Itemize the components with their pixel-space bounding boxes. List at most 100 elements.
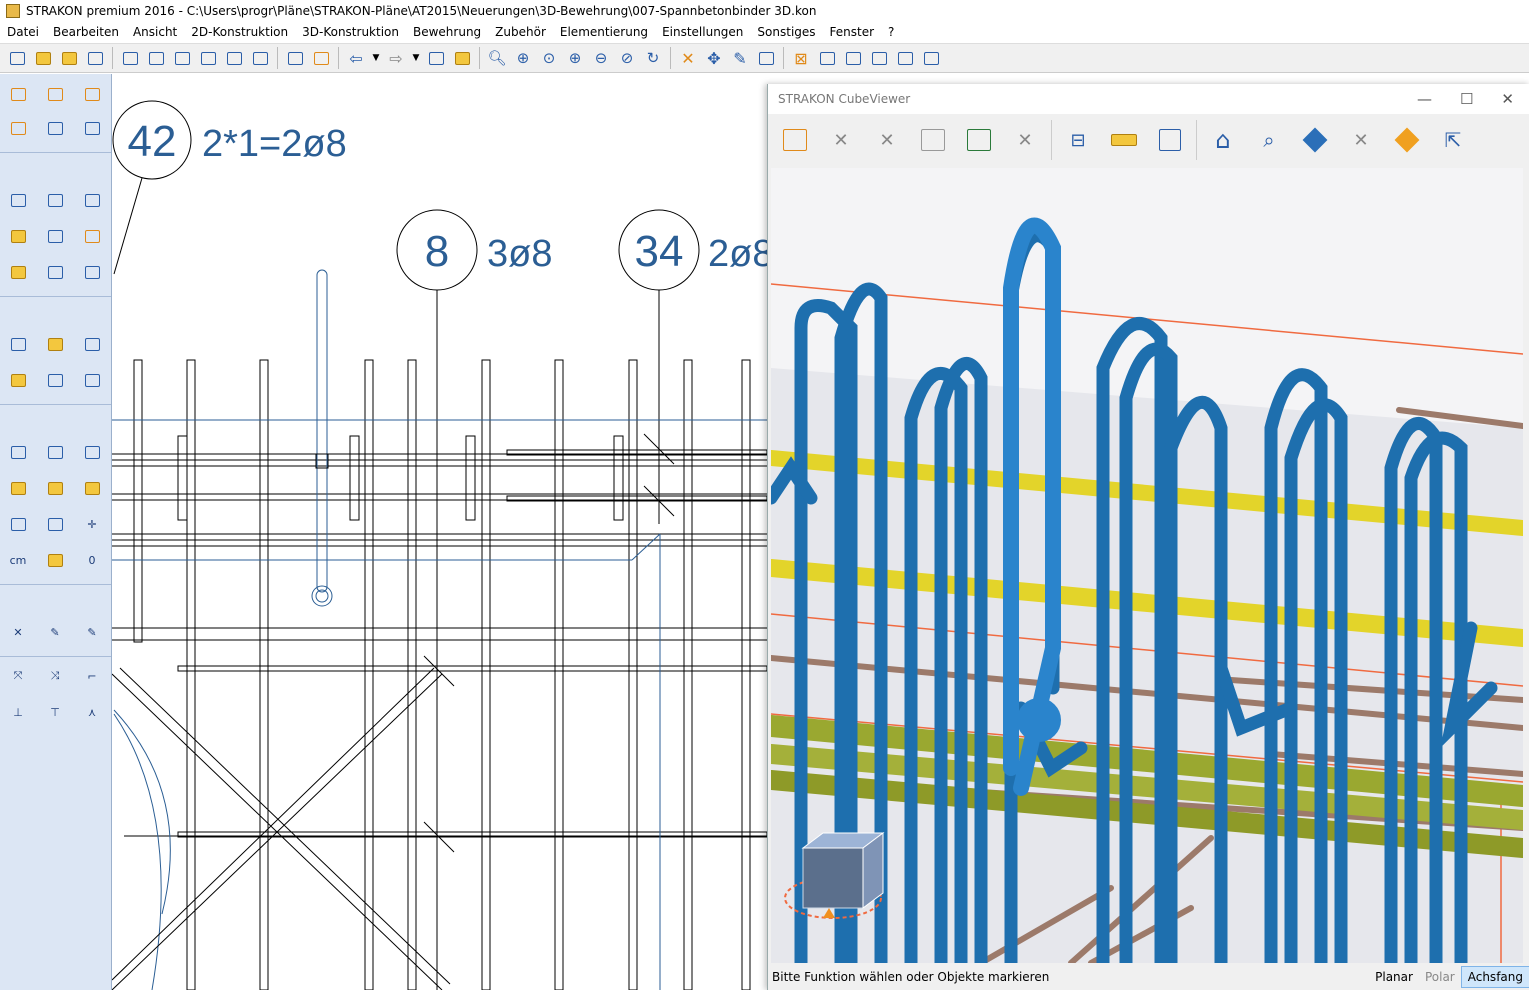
- rebar-tool-5-icon[interactable]: [6, 116, 30, 140]
- fork-icon[interactable]: ⋏: [80, 700, 104, 724]
- copy-icon[interactable]: [425, 47, 447, 69]
- printer-icon[interactable]: [80, 440, 104, 464]
- drawing-canvas[interactable]: 42 2*1=2ø8 8 3ø8 34 2ø8: [112, 74, 767, 990]
- save-all-icon[interactable]: [171, 47, 193, 69]
- folder-icon[interactable]: [6, 260, 30, 284]
- maximize-icon[interactable]: ☐: [1460, 90, 1473, 108]
- zoom-in-icon[interactable]: ⊕: [564, 47, 586, 69]
- clear-icon[interactable]: ✕: [823, 122, 859, 158]
- measure-icon[interactable]: [1106, 122, 1142, 158]
- menu-bewehrung[interactable]: Bewehrung: [406, 25, 488, 39]
- position-edit-icon[interactable]: [6, 224, 30, 248]
- position-copy-icon[interactable]: [43, 224, 67, 248]
- print-icon[interactable]: [284, 47, 306, 69]
- folder-open-icon[interactable]: [80, 476, 104, 500]
- mode-achsfang[interactable]: Achsfang: [1460, 965, 1529, 988]
- redo-icon[interactable]: ⇨: [385, 47, 407, 69]
- menu-2d-konstruktion[interactable]: 2D-Konstruktion: [184, 25, 295, 39]
- snap-brush-icon[interactable]: ✎: [80, 620, 104, 644]
- position-icon[interactable]: [6, 188, 30, 212]
- paste-icon[interactable]: [451, 47, 473, 69]
- check-list-icon[interactable]: [43, 332, 67, 356]
- crosshair-icon[interactable]: ✛: [80, 512, 104, 536]
- menu-bearbeiten[interactable]: Bearbeiten: [46, 25, 126, 39]
- open-folder-icon[interactable]: [58, 47, 80, 69]
- zoom-out-icon[interactable]: ⊖: [590, 47, 612, 69]
- dwg-import-icon[interactable]: [43, 476, 67, 500]
- save-icon[interactable]: [119, 47, 141, 69]
- rebar-tool-3-icon[interactable]: [43, 82, 67, 106]
- select-line-icon[interactable]: [920, 47, 942, 69]
- table-icon[interactable]: [80, 260, 104, 284]
- zoom-all-icon[interactable]: ⊙: [538, 47, 560, 69]
- dwg-export-icon[interactable]: [6, 476, 30, 500]
- rebar-tool-4-icon[interactable]: [6, 82, 30, 106]
- preview-icon[interactable]: [84, 47, 106, 69]
- move-icon[interactable]: ✥: [703, 47, 725, 69]
- refresh-icon[interactable]: ↻: [642, 47, 664, 69]
- split-icon[interactable]: ⤧: [6, 664, 30, 688]
- rebar-edit-icon[interactable]: [43, 116, 67, 140]
- insert-icon[interactable]: [755, 47, 777, 69]
- menu-sonstiges[interactable]: Sonstiges: [750, 25, 822, 39]
- check-icon[interactable]: [6, 332, 30, 356]
- section-icon[interactable]: ⊟: [1060, 122, 1096, 158]
- menu-einstellungen[interactable]: Einstellungen: [655, 25, 750, 39]
- pdf-icon[interactable]: [310, 47, 332, 69]
- frame-icon[interactable]: [43, 440, 67, 464]
- delete-icon[interactable]: ✕: [1007, 122, 1043, 158]
- menu-ansicht[interactable]: Ansicht: [126, 25, 184, 39]
- box-view-icon[interactable]: [1152, 122, 1188, 158]
- resize-icon[interactable]: [6, 512, 30, 536]
- save-as-icon[interactable]: [145, 47, 167, 69]
- position-move-icon[interactable]: [43, 188, 67, 212]
- model-icon[interactable]: [915, 122, 951, 158]
- pages-icon[interactable]: [43, 260, 67, 284]
- select-all-icon[interactable]: [868, 47, 890, 69]
- group-icon[interactable]: [43, 368, 67, 392]
- undo-dropdown-icon[interactable]: ▼: [371, 47, 381, 69]
- home-icon[interactable]: ⌂: [1205, 122, 1241, 158]
- select-delete-icon[interactable]: ⊠: [790, 47, 812, 69]
- menu-zubehoer[interactable]: Zubehör: [488, 25, 553, 39]
- pencil-icon[interactable]: [80, 224, 104, 248]
- page-icon[interactable]: [80, 188, 104, 212]
- menu-3d-konstruktion[interactable]: 3D-Konstruktion: [295, 25, 406, 39]
- close-icon[interactable]: ✕: [1501, 90, 1514, 108]
- open-file-icon[interactable]: [32, 47, 54, 69]
- clear-view-icon[interactable]: ✕: [1343, 122, 1379, 158]
- snap-icon[interactable]: ✎: [729, 47, 751, 69]
- zero-value-label[interactable]: 0: [80, 548, 104, 572]
- export-icon[interactable]: [961, 122, 997, 158]
- rebar-tool-2-icon[interactable]: [80, 82, 104, 106]
- edit-icon[interactable]: [249, 47, 271, 69]
- clear-all-icon[interactable]: ✕: [869, 122, 905, 158]
- undo-icon[interactable]: ⇦: [345, 47, 367, 69]
- mesh-icon[interactable]: [6, 368, 30, 392]
- zoom-icon[interactable]: 🔍︎: [486, 47, 508, 69]
- export-icon[interactable]: [6, 440, 30, 464]
- select-column-icon[interactable]: [894, 47, 916, 69]
- select-cross-icon[interactable]: [842, 47, 864, 69]
- menu-help[interactable]: ?: [881, 25, 901, 39]
- redo-dropdown-icon[interactable]: ▼: [411, 47, 421, 69]
- mode-polar[interactable]: Polar: [1419, 967, 1461, 987]
- save-icon[interactable]: [777, 122, 813, 158]
- measure-icon[interactable]: [43, 548, 67, 572]
- zoom-icon[interactable]: ⌕: [1251, 122, 1287, 158]
- menu-elementierung[interactable]: Elementierung: [553, 25, 655, 39]
- corner-icon[interactable]: ⌐: [80, 664, 104, 688]
- join-icon[interactable]: ⤨: [43, 664, 67, 688]
- check-all-icon[interactable]: [80, 332, 104, 356]
- cube-icon[interactable]: [80, 368, 104, 392]
- new-file-icon[interactable]: [6, 47, 28, 69]
- minimize-icon[interactable]: —: [1417, 90, 1432, 108]
- hand-icon[interactable]: [43, 512, 67, 536]
- zoom-window-icon[interactable]: ⊕: [512, 47, 534, 69]
- erase-icon[interactable]: ✕: [6, 620, 30, 644]
- menu-datei[interactable]: Datei: [0, 25, 46, 39]
- select-arrow-icon[interactable]: ⇱: [1435, 122, 1471, 158]
- delete-icon[interactable]: ✕: [677, 47, 699, 69]
- zoom-previous-icon[interactable]: ⊘: [616, 47, 638, 69]
- trim-icon[interactable]: ⊤: [43, 700, 67, 724]
